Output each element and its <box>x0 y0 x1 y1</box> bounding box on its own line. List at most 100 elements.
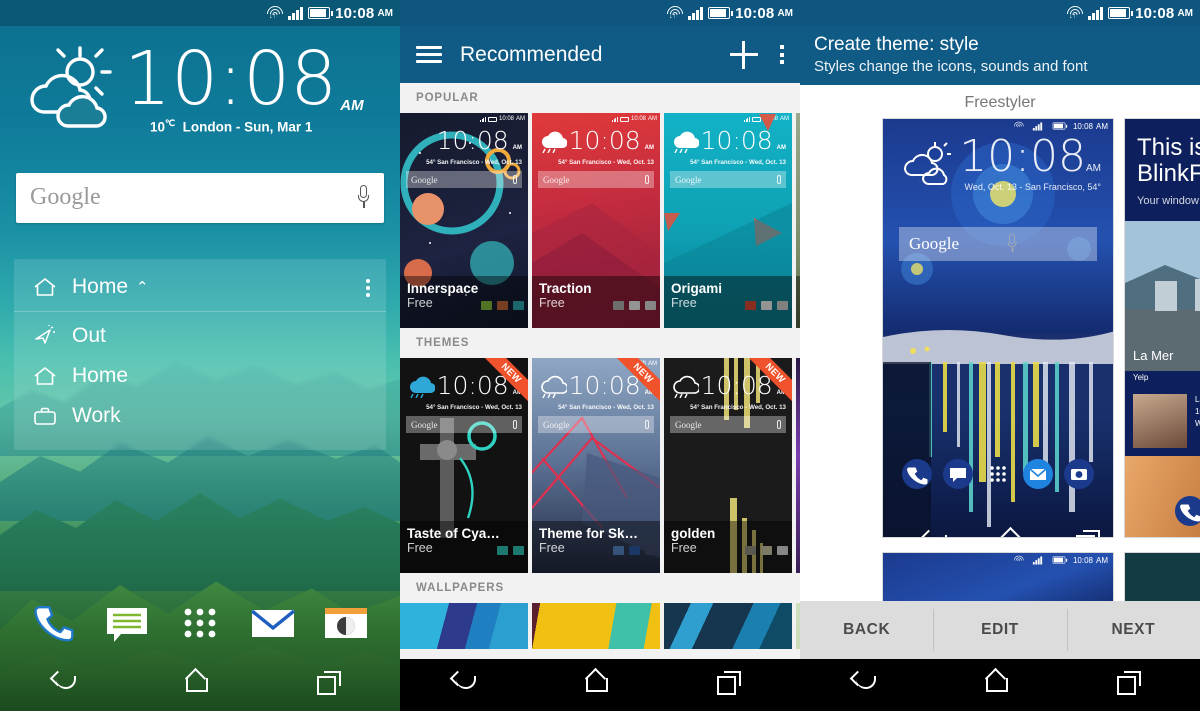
card-ampm: AM <box>776 145 786 151</box>
next-button[interactable]: NEXT <box>1066 609 1200 651</box>
sun-behind-clouds-icon <box>899 141 961 187</box>
camera-icon[interactable] <box>320 597 372 649</box>
preview-search-bar: Google <box>899 227 1097 261</box>
menu-header-home[interactable]: Home ⌃ <box>14 265 386 312</box>
tweet-text: Went <box>1195 418 1200 430</box>
search-placeholder: Google <box>30 184 101 211</box>
microphone-icon <box>513 420 517 429</box>
panel-create-theme: ↓↑ 10:08 AM Create theme: style Styles c… <box>800 0 1200 711</box>
recents-icon[interactable] <box>1116 670 1150 700</box>
menu-item-label: Home <box>72 363 129 387</box>
wifi-icon: ↓↑ <box>666 6 683 20</box>
card-footer: Innerspace Free <box>400 276 528 328</box>
theme-card[interactable]: 10:08 AM 10:08 AM 54° San Francisco - We… <box>532 113 660 328</box>
overflow-menu-icon[interactable] <box>366 276 370 300</box>
card-title: golden <box>671 526 716 541</box>
recents-icon[interactable] <box>716 670 750 700</box>
card-price: Free <box>671 296 697 310</box>
preview-status-ampm: AM <box>1096 121 1108 131</box>
microphone-icon <box>513 175 517 184</box>
card-time: 10:08 <box>700 126 773 155</box>
card-price: Free <box>671 541 697 555</box>
wallpaper-thumb[interactable] <box>400 603 528 649</box>
back-icon[interactable] <box>850 670 884 700</box>
wifi-icon <box>1013 121 1024 131</box>
card-title: Taste of Cya… <box>407 526 500 541</box>
preview-status-time: 10:08 <box>1072 555 1093 565</box>
theme-card[interactable]: 10:08 AM 10:08 AM 54° San Francisco - We… <box>664 113 792 328</box>
home-icon[interactable] <box>983 670 1017 700</box>
blinkfeed-title-line2: BlinkFeed <box>1137 159 1200 187</box>
clock-time: 10:08 <box>124 36 338 122</box>
card-price: Free <box>407 296 433 310</box>
menu-item-label: Out <box>72 323 106 347</box>
preview-dock <box>883 459 1113 489</box>
tweet-body: Lau 10:08 Went <box>1195 394 1200 448</box>
home-icon[interactable] <box>183 670 217 700</box>
google-search-bar[interactable]: Google <box>16 172 384 223</box>
wallpaper-thumb[interactable] <box>532 603 660 649</box>
wallpaper-thumb[interactable] <box>664 603 792 649</box>
camera-icon <box>1063 459 1094 489</box>
temperature-unit: ℃ <box>165 118 176 129</box>
home-icon[interactable] <box>583 670 617 700</box>
menu-item-home[interactable]: Home <box>14 352 386 392</box>
hamburger-icon[interactable] <box>416 42 442 67</box>
edit-button[interactable]: EDIT <box>933 609 1066 651</box>
blinkfeed-card-couple[interactable] <box>1125 455 1200 537</box>
microphone-icon[interactable] <box>357 184 370 211</box>
wizard-header: Create theme: style Styles change the ic… <box>800 26 1200 85</box>
page-title: Recommended <box>460 42 603 66</box>
weather-clock-widget[interactable]: 10:08 AM 10℃ London - Sun, Mar 1 <box>0 26 400 135</box>
page-subtitle: Styles change the icons, sounds and font <box>814 58 1088 75</box>
menu-item-out[interactable]: Out <box>14 312 386 352</box>
chevron-up-icon[interactable]: ⌃ <box>136 278 149 296</box>
blinkfeed-card-photo[interactable]: La Mer <box>1125 220 1200 371</box>
wizard-button-bar: BACK EDIT NEXT <box>800 601 1200 659</box>
system-nav-bar <box>800 659 1200 711</box>
avatar <box>1133 393 1187 448</box>
style-preview-home[interactable]: 10:08 AM 10:08AM Wed, Oct. 13 - San Fran… <box>882 118 1114 538</box>
microphone-icon <box>777 175 781 184</box>
all-apps-icon <box>983 459 1013 489</box>
phone-icon[interactable] <box>28 597 80 649</box>
battery-icon <box>308 7 334 19</box>
battery-icon <box>1052 122 1068 130</box>
card-footer: Traction Free <box>532 276 660 328</box>
back-icon[interactable] <box>450 670 484 700</box>
theme-card[interactable]: 10:08 AM 10:08 AM 54° <box>400 358 528 573</box>
email-icon[interactable] <box>247 597 299 649</box>
tweet-handle: Lau <box>1195 394 1200 404</box>
sun-behind-clouds-icon <box>18 46 128 132</box>
plus-icon[interactable] <box>730 40 758 69</box>
theme-card[interactable]: 10:08 AM 10:08 AM <box>664 358 792 573</box>
card-title: Theme for Sk… <box>539 526 639 541</box>
card-clock: 10:08 AM <box>664 125 792 153</box>
menu-item-work[interactable]: Work <box>14 392 386 432</box>
battery-icon <box>708 7 734 19</box>
status-bar: ↓↑ 10:08 AM <box>400 0 800 26</box>
status-bar: ↓↑ 10:08 AM <box>0 0 400 26</box>
preview-time: 10:08 <box>959 131 1086 182</box>
theme-card-row-popular: 10:08 AM 10:08 AM 54° San Francisco - We <box>400 113 800 328</box>
all-apps-icon[interactable] <box>174 597 226 649</box>
blinkfeed-tweet-card[interactable]: Lau 10:08 Went <box>1125 385 1200 456</box>
overflow-menu-icon[interactable] <box>780 42 784 68</box>
recents-icon[interactable] <box>316 670 350 700</box>
back-button[interactable]: BACK <box>800 621 933 639</box>
style-preview-blinkfeed[interactable]: This is BlinkFeed Your window to t La Me… <box>1124 118 1200 538</box>
blinkfeed-card-title: La Mer <box>1133 347 1174 363</box>
card-price: Free <box>407 541 433 555</box>
theme-card[interactable]: 10:08 AM 10:08 AM 54° San Francisco - We <box>400 113 528 328</box>
messages-icon[interactable] <box>101 597 153 649</box>
card-search-placeholder: Google <box>675 174 702 185</box>
theme-card[interactable]: 10:08 AM 10:08 AM 54° San Francisco - We… <box>532 358 660 573</box>
card-time: 10:08 <box>436 371 509 400</box>
card-weather-date: 54° San Francisco - Wed, Oct. 13 <box>426 159 522 166</box>
card-ampm: AM <box>512 145 522 151</box>
home-icon <box>32 365 58 387</box>
card-search-bar: Google <box>406 416 522 433</box>
blinkfeed-hero: This is BlinkFeed Your window to t <box>1125 119 1200 221</box>
back-icon[interactable] <box>50 670 84 700</box>
dock <box>0 597 400 649</box>
